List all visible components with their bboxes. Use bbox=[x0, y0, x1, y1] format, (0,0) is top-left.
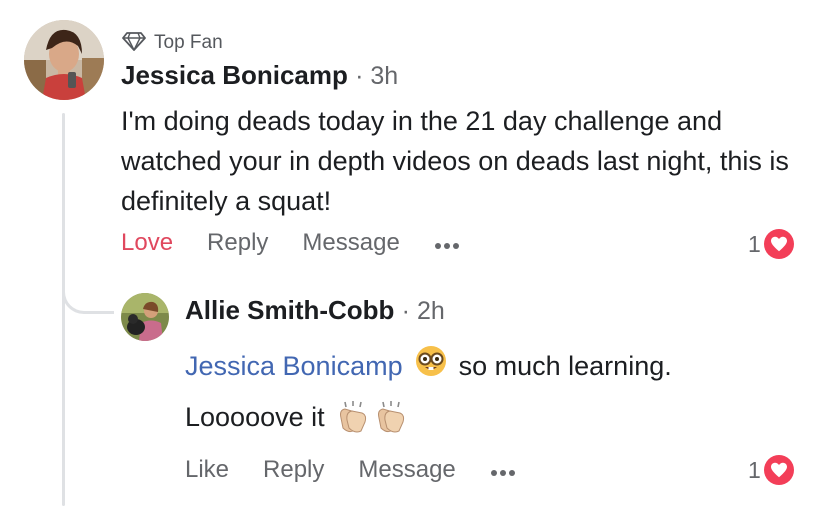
heart-icon bbox=[763, 229, 794, 259]
reply-time[interactable]: 2h bbox=[417, 297, 445, 325]
comment-text: I'm doing deads today in the 21 day chal… bbox=[121, 106, 789, 216]
reply-reaction-summary[interactable]: 1 bbox=[748, 455, 794, 485]
reply-text-line-2: Looooove it bbox=[185, 399, 409, 435]
reply-message-button[interactable]: Message bbox=[358, 456, 455, 484]
reply-author-line: Allie Smith-Cobb · 2h bbox=[185, 295, 445, 325]
clapping-hands-emoji-icon bbox=[335, 400, 409, 434]
reply-text-part: so much learning. bbox=[458, 350, 672, 381]
reply-avatar[interactable] bbox=[121, 293, 169, 341]
reply-text-line-1: Jessica Bonicamp so much learning. bbox=[185, 345, 672, 386]
more-options-icon[interactable] bbox=[490, 456, 516, 484]
reaction-count: 1 bbox=[748, 456, 761, 483]
comment-time[interactable]: 3h bbox=[370, 62, 398, 90]
thread-connector bbox=[62, 254, 114, 314]
reply-actions: Like Reply Message bbox=[185, 456, 550, 484]
more-options-icon[interactable] bbox=[434, 229, 460, 257]
comment-author[interactable]: Jessica Bonicamp bbox=[121, 60, 348, 90]
comment-actions: Love Reply Message bbox=[121, 229, 494, 257]
reply-reply-button[interactable]: Reply bbox=[263, 456, 324, 484]
message-button[interactable]: Message bbox=[302, 229, 399, 257]
reply-text-part-2: Looooove it bbox=[185, 402, 325, 432]
mention-link[interactable]: Jessica Bonicamp bbox=[185, 348, 403, 384]
avatar[interactable] bbox=[24, 20, 104, 100]
nerd-face-emoji-icon bbox=[415, 345, 447, 386]
thread-line bbox=[62, 113, 65, 506]
love-button[interactable]: Love bbox=[121, 229, 173, 257]
like-button[interactable]: Like bbox=[185, 456, 229, 484]
reply-author[interactable]: Allie Smith-Cobb bbox=[185, 295, 394, 325]
reply-button[interactable]: Reply bbox=[207, 229, 268, 257]
reaction-count: 1 bbox=[748, 230, 761, 257]
reaction-summary[interactable]: 1 bbox=[748, 229, 794, 259]
diamond-icon bbox=[122, 31, 146, 56]
top-fan-badge: Top Fan bbox=[122, 30, 223, 56]
badge-label: Top Fan bbox=[154, 32, 223, 53]
comment-author-line: Jessica Bonicamp · 3h bbox=[121, 60, 399, 90]
heart-icon bbox=[763, 455, 794, 485]
